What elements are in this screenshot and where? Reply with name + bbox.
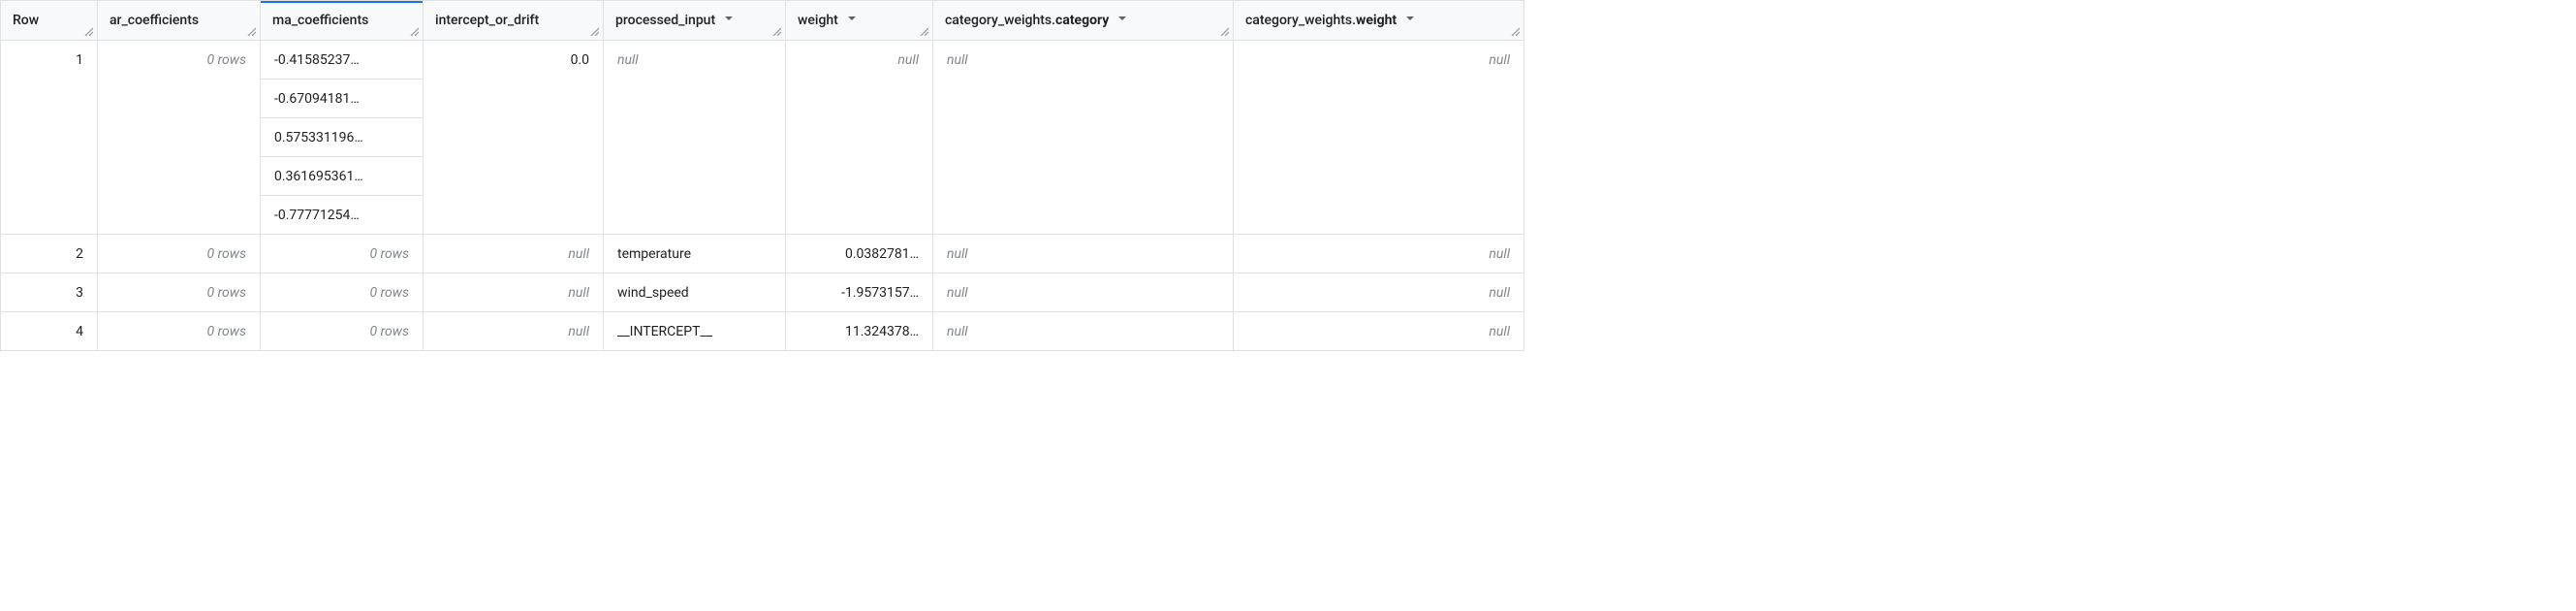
cell-intercept: null [424,312,604,351]
cell-weight: null [786,41,933,235]
cell-row: 2 [1,235,98,273]
col-header-label: Row [13,13,39,28]
cell-ma: 0 rows [261,273,424,312]
table-row: 1 0 rows -0.41585237… 0.0 null null null… [1,41,1524,80]
cell-row: 3 [1,273,98,312]
col-header-label: processed_input [615,13,715,28]
cell-processed: wind_speed [604,273,786,312]
table-row: 4 0 rows 0 rows null __INTERCEPT__ 11.32… [1,312,1524,351]
col-header-label: ar_coefficients [110,13,199,28]
cell-processed: temperature [604,235,786,273]
table-row: 2 0 rows 0 rows null temperature 0.03827… [1,235,1524,273]
cell-cw-category: null [933,235,1234,273]
chevron-down-icon[interactable] [723,13,735,28]
resize-handle-icon[interactable] [246,26,258,38]
cell-ma: -0.77771254… [261,196,424,235]
col-header-weight[interactable]: weight [786,1,933,41]
col-header-category-weights-weight[interactable]: category_weights.weight [1234,1,1524,41]
chevron-down-icon[interactable] [1116,13,1128,28]
cell-ar: 0 rows [98,312,261,351]
resize-handle-icon[interactable] [1219,26,1231,38]
cell-weight: 0.0382781… [786,235,933,273]
col-header-label: ma_coefficients [272,13,368,28]
col-header-processed-input[interactable]: processed_input [604,1,786,41]
cell-weight: -1.9573157… [786,273,933,312]
header-row: Row ar_coefficients ma_coefficients [1,1,1524,41]
resize-handle-icon[interactable] [409,26,421,38]
cell-cw-weight: null [1234,41,1524,235]
cell-processed: __INTERCEPT__ [604,312,786,351]
cell-ar: 0 rows [98,41,261,235]
resize-handle-icon[interactable] [1510,26,1522,38]
cell-ma: 0 rows [261,235,424,273]
cell-cw-weight: null [1234,273,1524,312]
cell-cw-category: null [933,273,1234,312]
cell-row: 1 [1,41,98,235]
col-header-label: category_weights.weight [1245,13,1397,28]
cell-ma: 0.361695361… [261,157,424,196]
cell-ma: -0.41585237… [261,41,424,80]
col-header-row[interactable]: Row [1,1,98,41]
cell-weight: 11.324378… [786,312,933,351]
col-header-ar-coefficients[interactable]: ar_coefficients [98,1,261,41]
cell-cw-category: null [933,41,1234,235]
cell-processed: null [604,41,786,235]
cell-row: 4 [1,312,98,351]
cell-cw-weight: null [1234,312,1524,351]
cell-intercept: null [424,235,604,273]
col-header-label: weight [798,13,838,28]
col-header-intercept-or-drift[interactable]: intercept_or_drift [424,1,604,41]
cell-ar: 0 rows [98,235,261,273]
col-header-ma-coefficients[interactable]: ma_coefficients [261,1,424,41]
table-row: 3 0 rows 0 rows null wind_speed -1.95731… [1,273,1524,312]
cell-cw-weight: null [1234,235,1524,273]
cell-ma: 0.575331196… [261,118,424,157]
cell-cw-category: null [933,312,1234,351]
col-header-label: category_weights.category [945,13,1109,28]
chevron-down-icon[interactable] [1404,13,1416,28]
resize-handle-icon[interactable] [83,26,95,38]
chevron-down-icon[interactable] [846,13,858,28]
cell-ma: 0 rows [261,312,424,351]
col-header-label: intercept_or_drift [435,13,539,28]
cell-intercept: null [424,273,604,312]
resize-handle-icon[interactable] [771,26,783,38]
resize-handle-icon[interactable] [919,26,930,38]
resize-handle-icon[interactable] [589,26,601,38]
cell-ma: -0.67094181… [261,80,424,118]
cell-intercept: 0.0 [424,41,604,235]
results-table: Row ar_coefficients ma_coefficients [0,0,1524,351]
col-header-category-weights-category[interactable]: category_weights.category [933,1,1234,41]
cell-ar: 0 rows [98,273,261,312]
